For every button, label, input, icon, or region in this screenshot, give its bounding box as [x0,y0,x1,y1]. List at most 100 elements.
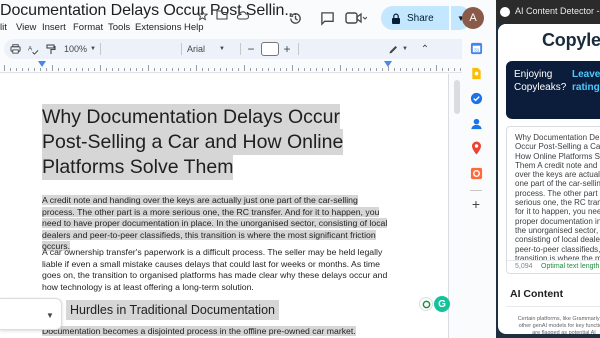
menu-insert[interactable]: Insert [42,22,66,33]
grammarly-icon[interactable]: G [434,296,450,312]
ai-content-note: Certain platforms, like Grammarly and ot… [517,316,600,334]
ruler[interactable] [0,61,490,73]
collapse-toolbar-icon[interactable]: ⌃ [418,41,432,57]
toolbar-divider [240,43,241,55]
svg-text:31: 31 [474,47,480,52]
chevron-down-icon: ▼ [90,46,96,52]
outline-dropdown[interactable]: ▼ [0,298,62,330]
scan-box-footer: 5,094 Optimal text length [507,260,600,273]
leave-rating-link[interactable]: Leave [572,69,600,80]
menu-extensions[interactable]: Extensions [135,22,181,33]
ruler-tick [370,68,371,71]
font-size-input[interactable] [261,42,279,56]
ruler-tick [34,68,35,71]
ruler-tick [460,68,461,71]
length-status: Optimal text length [541,263,600,270]
document-heading[interactable]: Why Documentation Delays Occur Post-Sell… [42,104,354,180]
copyleaks-extension-icon[interactable] [469,166,483,180]
zoom-select[interactable]: 100% ▼ [64,41,96,57]
ruler-tick [112,68,113,71]
ruler-tick [148,65,149,71]
ruler-tick [400,68,401,71]
ruler-tick [82,68,83,71]
calendar-icon[interactable]: 31 [469,41,483,55]
ai-content-heading: AI Content [510,288,564,300]
print-icon[interactable] [8,41,22,57]
document-page[interactable]: Why Documentation Delays Occur Post-Sell… [0,74,449,338]
menu-view[interactable]: View [16,22,36,33]
extension-panel-title: AI Content Detector - C [515,6,600,16]
chevron-down-icon: ▼ [46,311,54,320]
ruler-tick [178,68,179,71]
svg-text:A: A [28,45,33,52]
ruler-tick [64,68,65,71]
contacts-icon[interactable] [469,116,483,130]
ruler-tick [448,68,449,71]
paragraph-3[interactable]: Documentation becomes a disjointed proce… [42,326,388,338]
document-title[interactable]: Documentation Delays Occur Post Sellin..… [0,2,297,20]
ruler-tick [256,68,257,71]
ruler-tick [4,65,5,71]
ruler-tick [424,68,425,71]
ruler-tick [316,68,317,71]
keep-icon[interactable] [469,66,483,80]
paint-format-icon[interactable] [44,41,58,57]
add-addon-icon[interactable]: + [469,196,483,212]
rating-promo-banner[interactable]: Enjoying Copyleaks? Leave rating [506,61,600,119]
tasks-icon[interactable] [469,91,483,105]
ruler-tick [76,68,77,71]
font-family-select[interactable]: Arial ▼ [187,41,233,57]
ai-divider [506,306,600,307]
ruler-tick [142,68,143,71]
menu-tools[interactable]: Tools [108,22,130,33]
spellcheck-icon[interactable]: A [26,41,40,57]
ruler-tick [280,68,281,71]
decrease-font-size-button[interactable]: − [245,41,257,57]
maps-icon[interactable] [469,141,483,155]
ruler-tick [418,68,419,71]
menu-help[interactable]: Help [184,22,204,33]
ruler-tick [166,68,167,71]
copyleaks-float-icon[interactable] [419,297,433,311]
paragraph-1[interactable]: A credit note and handing over the keys … [42,195,388,253]
subheading[interactable]: Hurdles in Traditional Documentation [66,300,279,320]
pencil-icon [389,45,398,53]
toolbar-divider [181,43,182,55]
page-scrollbar[interactable] [454,80,460,114]
ruler-tick [394,68,395,71]
ruler-tick [10,68,11,71]
subheading-text: Hurdles in Traditional Documentation [66,300,279,320]
chevron-down-icon: ▼ [219,46,225,52]
copyleaks-wordmark-text: Copylea [542,30,600,50]
copyleaks-wordmark: Copylea [542,30,600,51]
editing-mode-button[interactable]: ▼ [388,41,408,57]
ruler-tick [28,68,29,71]
ruler-tick [58,68,59,71]
ruler-tick [298,68,299,71]
ruler-tick [436,65,437,71]
ruler-tick [172,68,173,71]
document-heading-text: Why Documentation Delays Occur Post-Sell… [42,104,344,180]
ruler-tick [304,68,305,71]
scanned-text-box[interactable]: Why Documentation Delays Occur Post-Sell… [506,126,600,274]
ruler-tick [376,68,377,71]
ruler-tick [274,68,275,71]
ruler-tick [442,68,443,71]
ruler-tick [346,68,347,71]
minus-icon: − [247,42,255,56]
side-panel-rail: 31 + [462,39,490,338]
zoom-value: 100% [64,44,88,54]
leave-rating-link-2[interactable]: rating [572,82,600,93]
increase-font-size-button[interactable]: + [281,41,293,57]
toolbar-divider [298,43,299,55]
extension-panel-header: AI Content Detector - C [496,0,600,24]
left-indent-marker[interactable] [38,61,46,67]
menu-format[interactable]: Format [73,22,103,33]
menu-bar: lit View Insert Format Tools Extensions … [0,20,494,38]
paragraph-2[interactable]: A car ownership transfer's paperwork is … [42,247,388,293]
ruler-tick [268,68,269,71]
menu-edit[interactable]: lit [0,22,7,33]
formatting-toolbar: A 100% ▼ Arial ▼ − + ▼ ⌃ [4,39,488,59]
copyleaks-logo-icon [500,7,510,17]
ruler-tick [214,68,215,71]
